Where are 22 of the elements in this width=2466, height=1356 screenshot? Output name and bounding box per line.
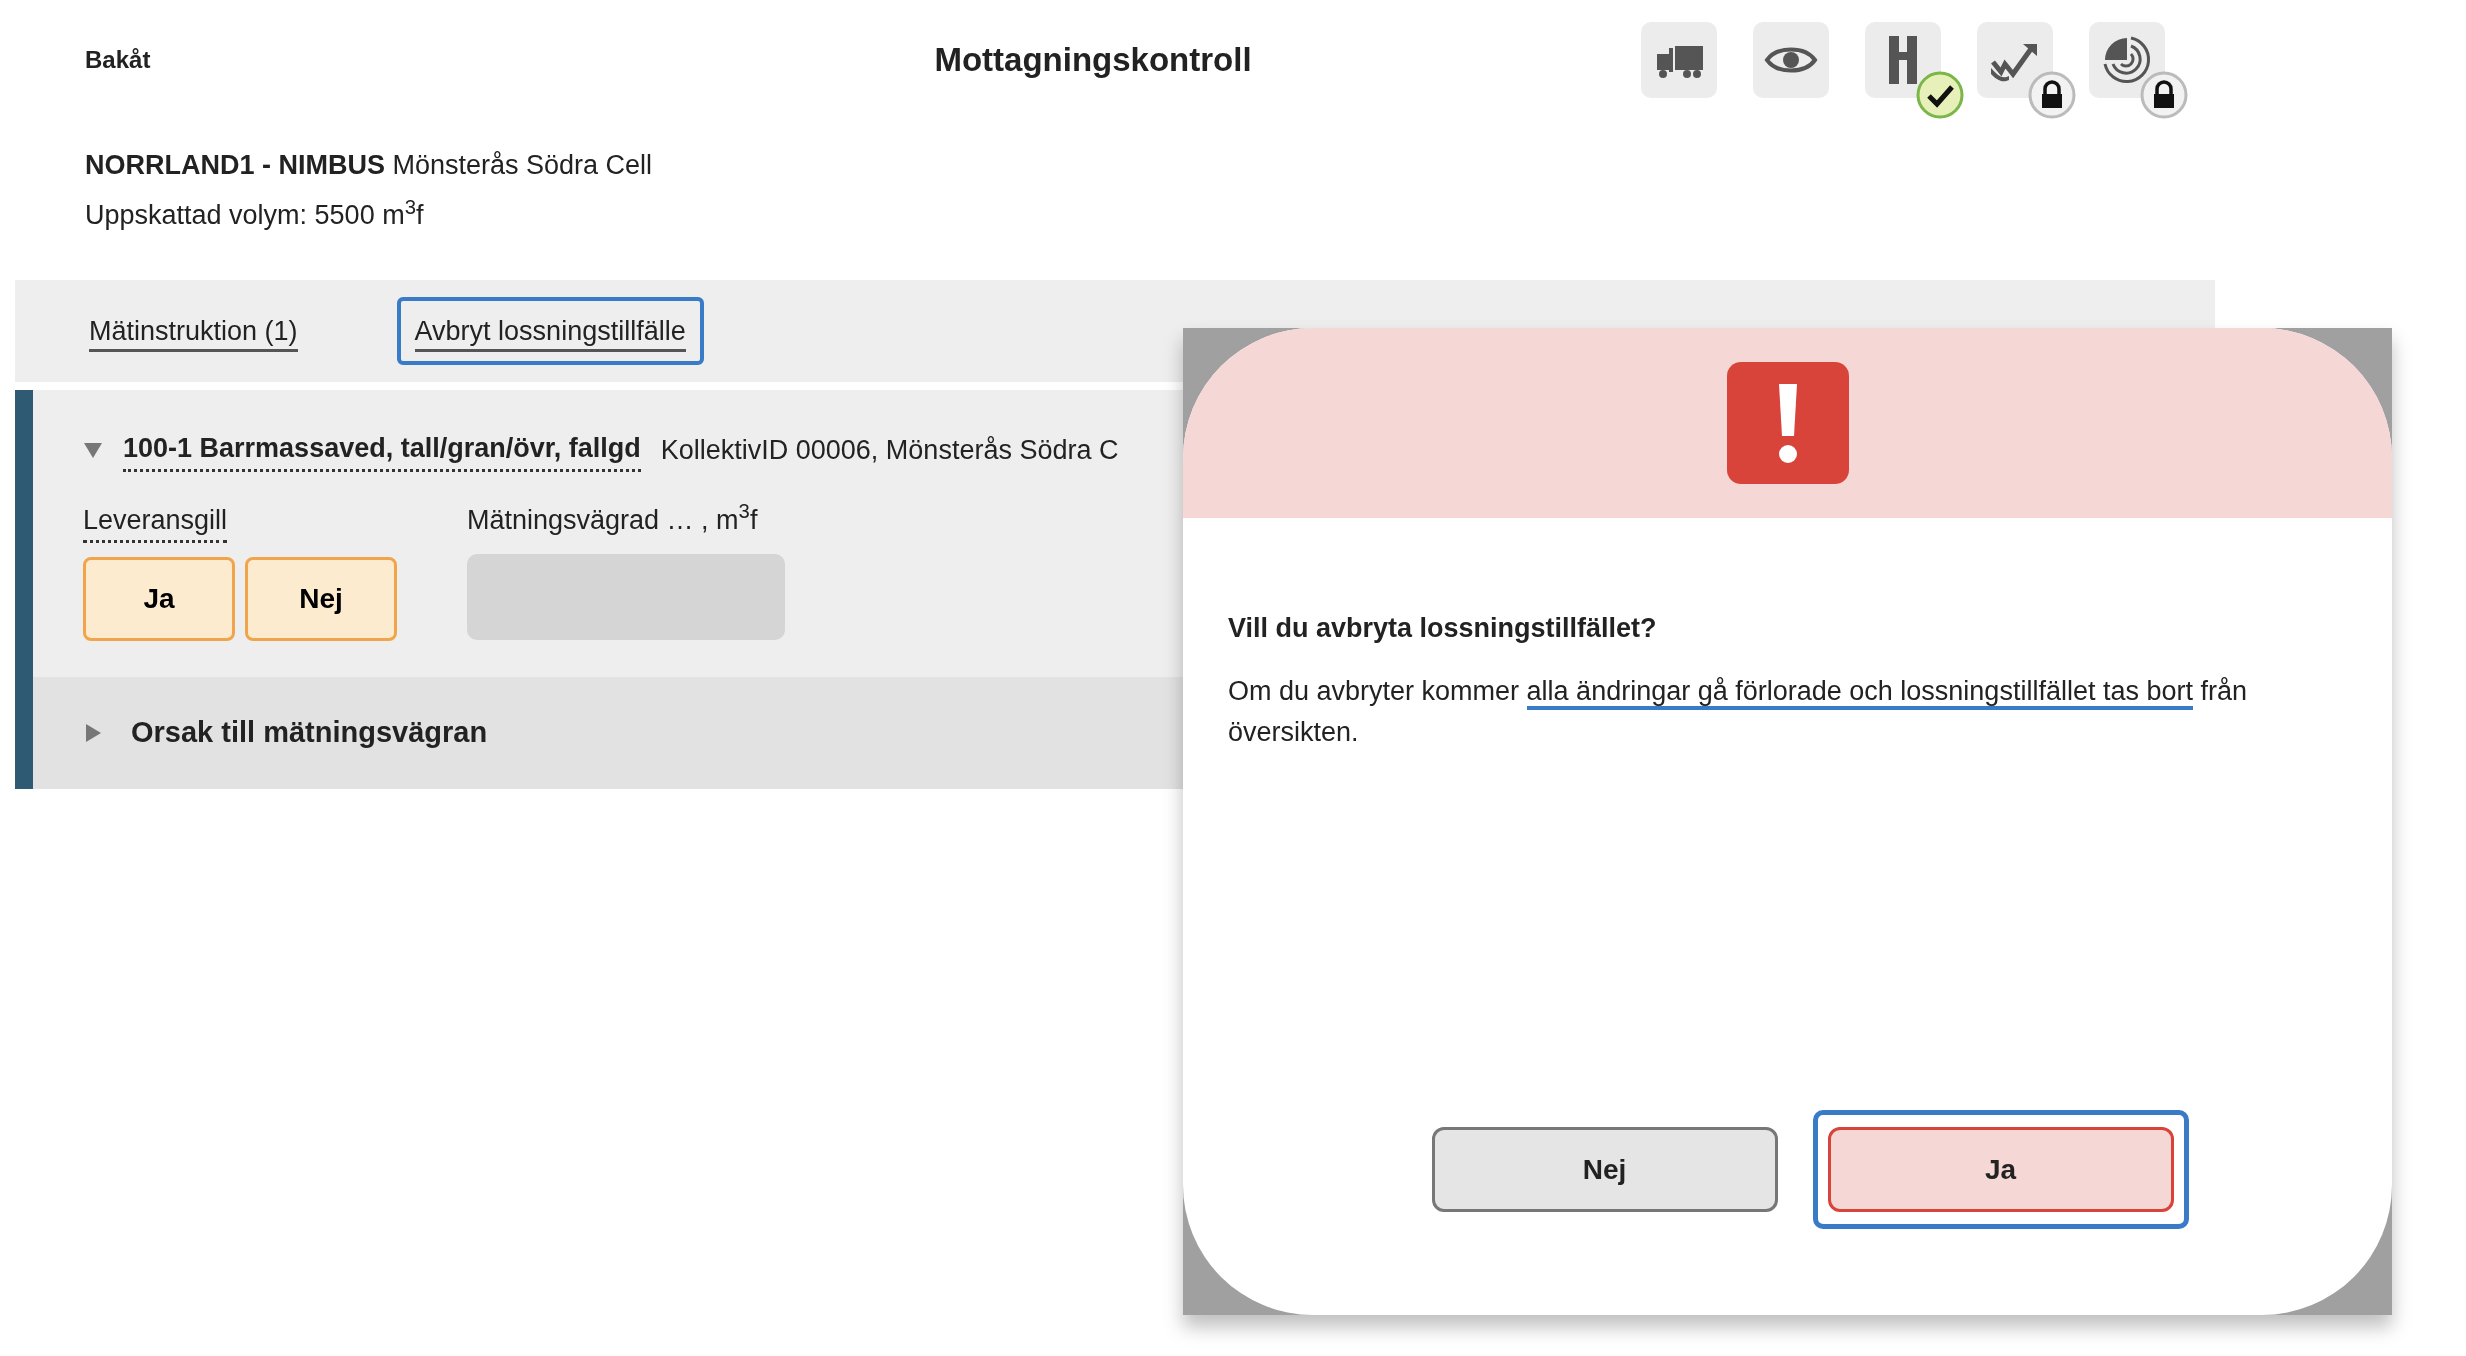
toolbar-button[interactable] <box>2089 22 2189 120</box>
dialog-message: Om du avbryter kommer alla ändringar gå förlorade och lossningstillfället tas bort från översikten. <box>1228 674 2248 749</box>
product-detail: KollektivID 00006, Mönsterås Södra C <box>660 433 1119 467</box>
toolbar-button[interactable] <box>1977 22 2077 120</box>
warning-icon <box>1726 362 1849 484</box>
back-link[interactable]: Bakåt <box>85 42 645 78</box>
dialog-question: Vill du avbryta lossningstillfället? <box>1228 612 1658 645</box>
product-link[interactable]: 100-1 Barrmassaved, tall/gran/övr, fallgd <box>123 428 641 472</box>
confirm-button[interactable]: Ja <box>1827 1127 2174 1212</box>
field-label: Mätningsvägrad … , m$^{3}$f <box>467 499 758 537</box>
estimated-volume: Uppskattad volym: 5500 m$^{3}$f <box>85 194 425 232</box>
delivery-title: NORRLAND1 - NIMBUS Mönsterås Södra Cell <box>85 149 654 182</box>
expand-icon[interactable] <box>83 723 103 743</box>
action-link[interactable]: Mätinstruktion (1) <box>85 296 302 366</box>
option-button[interactable]: Ja <box>83 557 235 641</box>
option-button[interactable]: Nej <box>245 557 397 641</box>
field-label: Leveransgill <box>83 499 228 543</box>
section-title[interactable]: Orsak till mätningsvägran <box>131 711 488 755</box>
page-title: Mottagningskontroll <box>933 40 1253 81</box>
cancel-button[interactable]: Nej <box>1431 1127 1778 1212</box>
toolbar-button[interactable] <box>1865 22 1965 120</box>
action-link[interactable]: Avbryt lossningstillfälle <box>396 296 704 366</box>
